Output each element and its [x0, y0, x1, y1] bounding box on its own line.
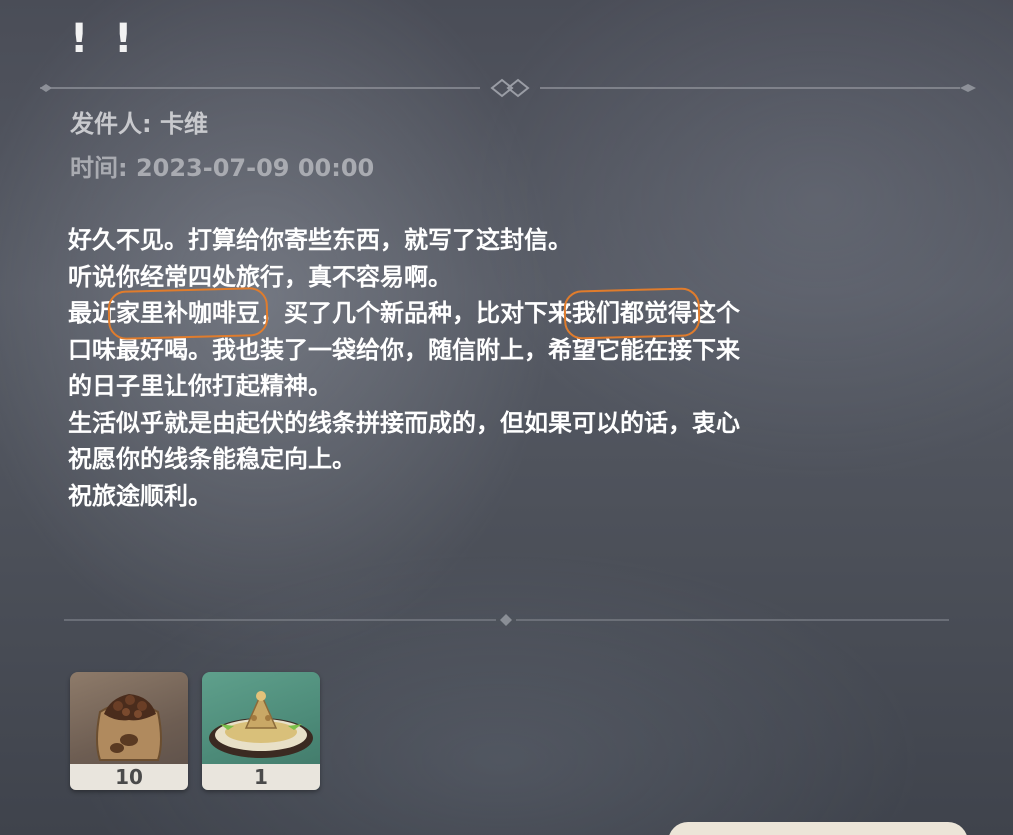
time-label: 时间:: [70, 154, 136, 182]
body-line: 最近家里补咖啡豆，买了几个新品种，比对下来我们都觉得这个: [68, 295, 958, 332]
sender-label: 发件人:: [70, 110, 160, 138]
time-value: 2023-07-09 00:00: [135, 154, 375, 182]
body-line: 生活似乎就是由起伏的线条拼接而成的，但如果可以的话，衷心: [68, 408, 740, 437]
food-dish-icon: [209, 691, 313, 758]
body-text-segment: ，买了几个新品种，比对下来: [260, 299, 572, 327]
ornament-divider: [40, 78, 976, 98]
mail-title: ! !: [70, 16, 139, 62]
body-line: 的日子里让你打起精神。: [68, 372, 332, 400]
coffee-bean-sack-icon: [96, 694, 162, 761]
attachment-item-dish[interactable]: 1: [202, 672, 320, 790]
attachment-count: 10: [70, 764, 188, 790]
mail-body: 好久不见。打算给你寄些东西，就写了这封信。 听说你经常四处旅行，真不容易啊。 最…: [68, 222, 958, 514]
section-divider: [64, 614, 949, 626]
body-line: 好久不见。打算给你寄些东西，就写了这封信。: [68, 226, 572, 254]
body-line: 祝愿你的线条能稳定向上。: [68, 445, 356, 473]
attachment-count: 1: [202, 764, 320, 790]
highlight-circle: 家里补咖啡豆: [116, 295, 260, 332]
highlight-circle: 我们都觉得: [572, 295, 692, 332]
time-line: 时间: 2023-07-09 00:00: [70, 148, 374, 183]
sender-line: 发件人: 卡维: [70, 104, 208, 139]
sender-name: 卡维: [159, 110, 208, 138]
mail-panel: ! ! 发件人: 卡维 时间: 2023-07-09 00:00 好久不见。打算…: [0, 0, 1013, 835]
attachment-item-coffee-beans[interactable]: 10: [70, 672, 188, 790]
claim-button[interactable]: [668, 822, 968, 835]
body-line: 祝旅途顺利。: [68, 481, 212, 510]
